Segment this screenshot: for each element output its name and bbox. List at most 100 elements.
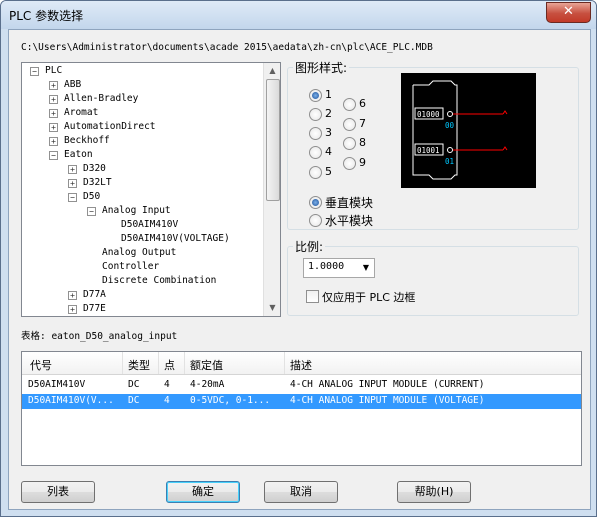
cell-code: D50AIM410V [28,379,86,390]
plc-border-only-checkbox[interactable] [306,290,319,303]
style-radio-1[interactable] [309,89,322,102]
tree-vertical-scrollbar[interactable]: ▲ ▼ [263,63,280,316]
style-radio-label[interactable]: 6 [359,97,366,110]
col-rating[interactable]: 额定值 [190,357,223,373]
table-header: 代号 类型 点 额定值 描述 [22,352,581,375]
scale-group [287,246,579,316]
minus-box-icon[interactable]: − [30,67,39,76]
plus-box-icon[interactable]: + [68,165,77,174]
orientation-label[interactable]: 水平模块 [325,212,373,229]
plc-border-only-label[interactable]: 仅应用于 PLC 边框 [322,289,415,305]
style-radio-6[interactable] [343,98,356,111]
plus-box-icon[interactable]: + [49,137,58,146]
style-radio-label[interactable]: 1 [325,88,332,101]
style-radio-label[interactable]: 7 [359,117,366,130]
plus-box-icon[interactable]: + [68,291,77,300]
scroll-down-icon[interactable]: ▼ [264,300,280,316]
tree-item-label[interactable]: D32LT [83,176,112,190]
table-row[interactable]: D50AIM410V(V... DC 4 0-5VDC, 0-1... 4-CH ANA… [22,394,581,409]
cell-rating: 0-5VDC, 0-1... [190,395,271,406]
style-radio-9[interactable] [343,157,356,170]
col-code[interactable]: 代号 [30,357,52,373]
style-radio-label[interactable]: 5 [325,165,332,178]
table-row[interactable]: D50AIM410V DC 4 4-20mA 4-CH ANALOG INPUT MOD… [22,378,581,393]
col-divider [122,352,123,374]
tree-item-label[interactable]: Beckhoff [64,134,110,148]
tree-item-label[interactable]: Discrete Combination [102,274,216,288]
style-radio-3[interactable] [309,127,322,140]
tree-item-label[interactable]: D77A [83,288,106,302]
preview-drawing: 01000 00 01001 01 [412,80,508,180]
scale-combobox[interactable]: 1.0000 ▼ [303,258,375,278]
terminal-2 [447,147,453,153]
wire-2-end [502,146,508,151]
style-radio-label[interactable]: 3 [325,126,332,139]
scale-value: 1.0000 [308,261,345,272]
dialog-body: C:\Users\Administrator\documents\acade 2… [8,29,591,510]
tree-item-label[interactable]: ABB [64,78,81,92]
plus-box-icon[interactable]: + [68,305,77,314]
point-1: 00 [445,121,455,130]
col-divider [284,352,285,374]
plus-box-icon[interactable]: + [68,179,77,188]
window-title: PLC 参数选择 [9,9,84,23]
list-button[interactable]: 列表 [21,481,95,503]
tree-item-label[interactable]: Allen-Bradley [64,92,138,106]
ok-button[interactable]: 确定 [166,481,240,503]
style-radio-2[interactable] [309,108,322,121]
tree-item-label[interactable]: D50AIM410V [121,218,178,232]
cell-rating: 4-20mA [190,379,225,390]
scale-label: 比例: [293,238,326,255]
tree-item-label[interactable]: Eaton [64,148,93,162]
col-type[interactable]: 类型 [128,357,150,373]
style-radio-5[interactable] [309,166,322,179]
plus-box-icon[interactable]: + [49,95,58,104]
horizontal-module-radio[interactable] [309,214,322,227]
cell-desc: 4-CH ANALOG INPUT MODULE (VOLTAGE) [290,395,485,406]
tree-item-label[interactable]: AutomationDirect [64,120,156,134]
cell-desc: 4-CH ANALOG INPUT MODULE (CURRENT) [290,379,485,390]
help-button[interactable]: 帮助(H) [397,481,471,503]
style-radio-4[interactable] [309,146,322,159]
module-table[interactable]: 代号 类型 点 额定值 描述 D50AIM410V DC 4 4-20mA 4-CH A… [21,351,582,466]
minus-box-icon[interactable]: − [68,193,77,202]
cancel-button[interactable]: 取消 [264,481,338,503]
style-radio-label[interactable]: 8 [359,136,366,149]
orientation-label[interactable]: 垂直模块 [325,194,373,211]
close-button[interactable]: ✕ [546,2,591,23]
style-radio-label[interactable]: 2 [325,107,332,120]
col-divider [184,352,185,374]
tree-item-label[interactable]: D50AIM410V(VOLTAGE) [121,232,230,246]
tree-item-label[interactable]: Analog Output [102,246,176,260]
close-icon: ✕ [563,4,574,19]
style-radio-label[interactable]: 9 [359,156,366,169]
plc-preview: 01000 00 01001 01 [401,73,536,188]
tree-item-label[interactable]: Controller [102,260,159,274]
tree-item-label[interactable]: PLC [45,64,62,78]
tree-item-label[interactable]: Analog Input [102,204,171,218]
plus-box-icon[interactable]: + [49,109,58,118]
minus-box-icon[interactable]: − [49,151,58,160]
minus-box-icon[interactable]: − [87,207,96,216]
title-bar[interactable]: PLC 参数选择 ✕ [1,1,596,29]
chevron-down-icon[interactable]: ▼ [358,259,374,277]
style-radio-label[interactable]: 4 [325,145,332,158]
point-2: 01 [445,157,454,166]
scroll-thumb[interactable] [266,79,280,201]
tree-item-label[interactable]: D77E [83,302,106,316]
col-points[interactable]: 点 [164,357,175,373]
vertical-module-radio[interactable] [309,196,322,209]
style-radio-7[interactable] [343,118,356,131]
tree-item-label[interactable]: Aromat [64,106,98,120]
style-radio-8[interactable] [343,137,356,150]
graphic-style-label: 图形样式: [293,59,350,76]
scroll-up-icon[interactable]: ▲ [264,63,280,79]
col-description[interactable]: 描述 [290,357,312,373]
plc-parameter-dialog: PLC 参数选择 ✕ C:\Users\Administrator\docume… [0,0,597,517]
plc-tree[interactable]: − PLC + ABB + Allen-Bradley + Aromat + Automation… [21,62,281,317]
tree-item-label[interactable]: D50 [83,190,100,204]
tree-item-label[interactable]: D320 [83,162,106,176]
plus-box-icon[interactable]: + [49,123,58,132]
plus-box-icon[interactable]: + [49,81,58,90]
cell-points: 4 [164,379,170,390]
